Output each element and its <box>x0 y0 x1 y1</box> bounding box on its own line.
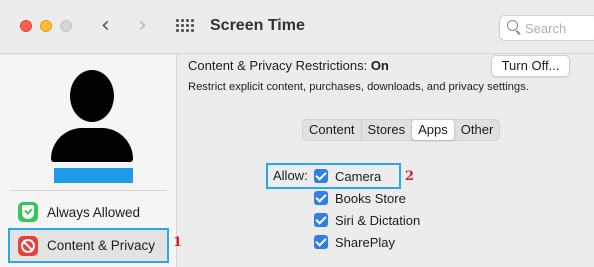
tab-other[interactable]: Other <box>455 120 500 140</box>
tab-apps[interactable]: Apps <box>412 120 455 140</box>
title-bar: ‹ › Screen Time Search <box>0 0 594 54</box>
camera-checkbox-row[interactable]: Camera <box>314 167 381 185</box>
checkbox-label: Camera <box>335 168 382 184</box>
callout-number-2: 2 <box>405 169 415 184</box>
books-store-checkbox[interactable] <box>314 191 328 205</box>
tab-stores[interactable]: Stores <box>362 120 413 140</box>
shareplay-checkbox[interactable] <box>314 235 328 249</box>
turn-off-button[interactable]: Turn Off... <box>491 55 570 77</box>
sidebar-item-label: Content & Privacy <box>47 238 156 253</box>
content-privacy-icon <box>18 235 38 256</box>
restrictions-description: Restrict explicit content, purchases, do… <box>188 81 529 93</box>
allow-label: Allow: <box>273 168 308 183</box>
tab-content[interactable]: Content <box>303 120 362 140</box>
search-placeholder: Search <box>525 21 567 36</box>
sidebar: Always Allowed Content & Privacy <box>0 55 177 267</box>
books-store-checkbox-row[interactable]: Books Store <box>314 189 406 207</box>
tab-bar: Content Stores Apps Other <box>302 119 501 141</box>
checkbox-label: Books Store <box>335 190 406 206</box>
user-name-redacted <box>54 168 133 183</box>
show-all-grid-icon[interactable] <box>176 19 194 35</box>
siri-dictation-checkbox-row[interactable]: Siri & Dictation <box>314 211 420 229</box>
main-panel: Content & Privacy Restrictions: On Turn … <box>178 55 594 267</box>
zoom-window-button[interactable] <box>60 20 72 32</box>
sidebar-item-always-allowed[interactable]: Always Allowed <box>10 197 168 227</box>
sidebar-item-label: Always Allowed <box>47 204 141 220</box>
camera-checkbox[interactable] <box>314 169 328 183</box>
search-icon <box>507 20 518 31</box>
user-avatar <box>51 70 133 176</box>
sidebar-divider <box>10 190 167 191</box>
checkbox-label: SharePlay <box>335 234 395 250</box>
window-title: Screen Time <box>210 17 305 34</box>
always-allowed-icon <box>18 202 38 222</box>
search-field[interactable]: Search <box>499 15 594 41</box>
restrictions-status: On <box>370 58 389 73</box>
minimize-window-button[interactable] <box>40 20 52 32</box>
restrictions-label: Content & Privacy Restrictions: <box>188 58 368 73</box>
back-chevron-icon[interactable]: ‹ <box>101 14 110 38</box>
shareplay-checkbox-row[interactable]: SharePlay <box>314 233 395 251</box>
sidebar-item-content-privacy[interactable]: Content & Privacy <box>8 228 169 263</box>
checkbox-label: Siri & Dictation <box>335 212 421 228</box>
close-window-button[interactable] <box>20 20 32 32</box>
forward-chevron-icon[interactable]: › <box>138 14 147 38</box>
siri-dictation-checkbox[interactable] <box>314 213 328 227</box>
restrictions-status-line: Content & Privacy Restrictions: On <box>188 58 389 73</box>
